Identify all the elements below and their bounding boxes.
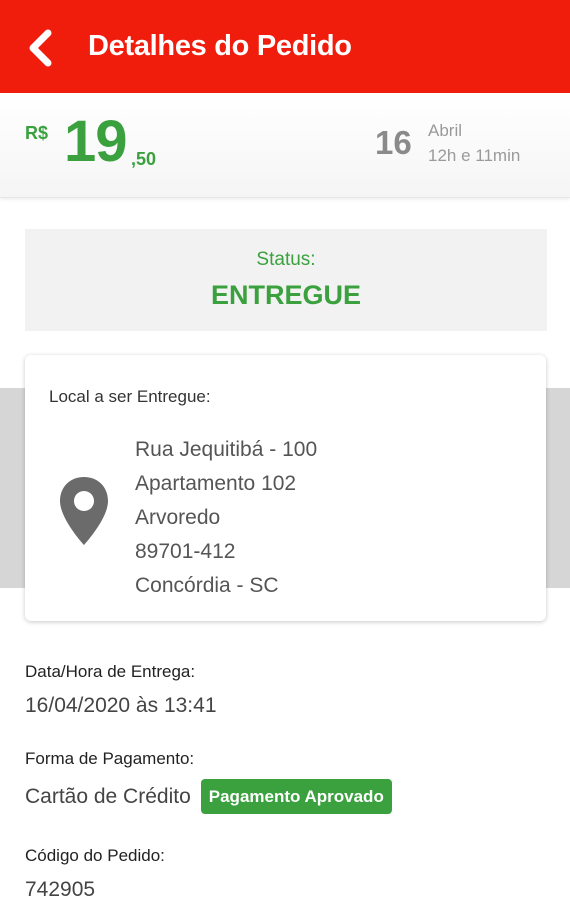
currency-symbol: R$: [25, 123, 49, 143]
address-neighborhood: Arvoredo: [135, 506, 221, 529]
payment-info: Forma de Pagamento: Cartão de Crédito Pa…: [25, 749, 392, 814]
order-code-info: Código do Pedido: 742905: [25, 846, 165, 900]
order-code-label: Código do Pedido:: [25, 846, 165, 865]
order-time: 12h e 11min: [428, 146, 521, 165]
address-zip: 89701-412: [135, 540, 236, 563]
price-integer: 19: [64, 109, 128, 174]
order-code-value: 742905: [25, 878, 96, 900]
status-box: Status: ENTREGUE: [25, 229, 547, 331]
address-title: Local a ser Entregue:: [49, 387, 211, 406]
address-lines: Rua Jequitibá - 100 Apartamento 102 Arvo…: [135, 433, 317, 603]
order-summary: R$ 19 ,50 16 Abril 12h e 11min: [0, 93, 570, 198]
app-bar: Detalhes do Pedido: [0, 0, 570, 93]
order-day: 16: [375, 124, 412, 161]
payment-row: Cartão de Crédito Pagamento Aprovado: [25, 779, 392, 814]
address-street: Rua Jequitibá - 100: [135, 438, 318, 461]
delivery-label: Data/Hora de Entrega:: [25, 662, 196, 681]
address-complement: Apartamento 102: [135, 472, 297, 495]
map-pin-icon: [60, 477, 108, 545]
delivery-address-card: Local a ser Entregue: Rua Jequitibá - 10…: [25, 355, 546, 621]
status-value: ENTREGUE: [210, 280, 362, 310]
payment-status-badge: Pagamento Aprovado: [200, 779, 392, 814]
address-city: Concórdia - SC: [135, 574, 279, 597]
arrow-left-icon: [29, 29, 52, 67]
back-button[interactable]: [22, 28, 56, 68]
delivery-value: 16/04/2020 às 13:41: [25, 694, 217, 717]
delivery-info: Data/Hora de Entrega: 16/04/2020 às 13:4…: [25, 662, 217, 718]
payment-method: Cartão de Crédito: [25, 784, 191, 808]
page-title: Detalhes do Pedido: [88, 30, 352, 62]
status-label: Status:: [256, 249, 316, 270]
payment-label: Forma de Pagamento:: [25, 749, 195, 768]
order-month: Abril: [428, 121, 463, 140]
price-decimal: ,50: [131, 149, 157, 169]
